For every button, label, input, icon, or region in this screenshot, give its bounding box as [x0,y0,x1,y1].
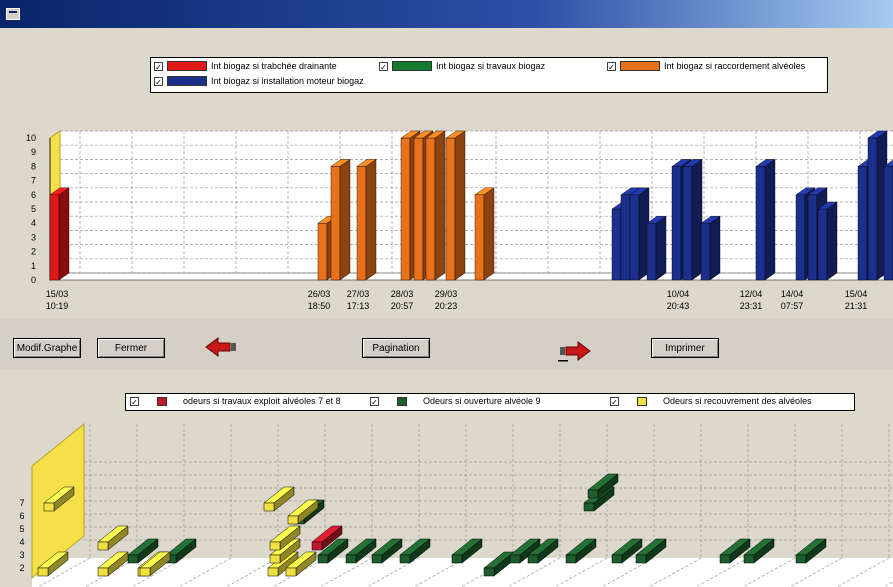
app-icon[interactable] [6,8,20,20]
y-tick-label: 7 [19,498,24,508]
legend-checkbox[interactable]: ✓ [370,396,379,407]
bottom-chart-panel: ✓ odeurs si travaux exploit alvéoles 7 e… [0,370,893,587]
x-tick-time: 18:50 [308,301,331,311]
x-tick-time: 17:13 [347,301,370,311]
x-tick-date: 10/04 [667,289,690,299]
legend-swatch [637,396,647,406]
bottom-legend: ✓ odeurs si travaux exploit alvéoles 7 e… [125,393,855,411]
bar [682,159,703,281]
bar [474,187,495,281]
modif-graphe-button[interactable]: Modif.Graphe [13,338,81,358]
x-tick-time: 20:23 [435,301,458,311]
x-tick-date: 15/04 [845,289,868,299]
fermer-button[interactable]: Fermer [97,338,165,358]
y-tick-label: 4 [19,537,24,547]
legend-checkbox[interactable]: ✓ [130,396,139,407]
y-tick-label: 5 [31,204,36,214]
bar [49,187,70,281]
x-tick-date: 26/03 [308,289,331,299]
x-tick-time: 23:31 [740,301,763,311]
bottom-legend-item-1[interactable]: ✓ Odeurs si ouverture alvéole 9 [370,396,541,407]
bar [755,159,776,281]
y-tick-label: 2 [31,247,36,257]
bar [445,130,466,281]
x-tick-date: 28/03 [391,289,414,299]
y-tick-label: 2 [19,563,24,573]
pagination-button[interactable]: Pagination [362,338,430,358]
y-tick-label: 6 [19,511,24,521]
title-bar [0,0,893,28]
bar [356,159,377,281]
bar [425,130,446,281]
top-chart: 0 1 2 3 4 5 6 7 8 9 10 15/03 10:19 26/03 18:50 27/03 17:… [26,130,893,311]
legend-swatch [157,396,167,406]
y-tick-label: 10 [26,133,36,143]
bottom-legend-item-2[interactable]: ✓ Odeurs si recouvrement des alvéoles [610,396,812,407]
bar [700,215,721,281]
y-tick-label: 7 [31,176,36,186]
x-tick-time: 20:43 [667,301,690,311]
legend-label: odeurs si travaux exploit alvéoles 7 et … [183,396,341,406]
bottom-legend-item-0[interactable]: ✓ odeurs si travaux exploit alvéoles 7 e… [130,396,341,407]
y-tick-label: 4 [31,218,36,228]
legend-checkbox[interactable]: ✓ [610,396,619,407]
x-tick-time: 20:57 [391,301,414,311]
y-tick-label: 9 [31,147,36,157]
x-tick-date: 15/03 [46,289,69,299]
x-tick-time: 07:57 [781,301,804,311]
top-chart-panel: ✓ Int biogaz si trabchée drainante ✓ Int… [0,28,893,318]
legend-swatch [397,396,407,406]
y-tick-label: 3 [31,232,36,242]
bar [646,215,667,281]
bar [817,201,838,281]
imprimer-button[interactable]: Imprimer [651,338,719,358]
bar [330,159,351,281]
bar [629,187,650,281]
legend-label: Odeurs si recouvrement des alvéoles [663,396,812,406]
bar [883,159,893,281]
x-tick-date: 27/03 [347,289,370,299]
y-tick-label: 1 [31,261,36,271]
y-tick-label: 8 [31,161,36,171]
y-tick-label: 6 [31,190,36,200]
control-bar: Modif.Graphe Fermer Pagination Imprimer [0,318,893,370]
y-tick-label: 0 [31,275,36,285]
bottom-chart: 2 3 4 5 6 7 [19,422,893,587]
next-page-arrow-icon[interactable] [558,340,592,362]
legend-label: Odeurs si ouverture alvéole 9 [423,396,541,406]
y-tick-label: 3 [19,550,24,560]
x-tick-date: 29/03 [435,289,458,299]
x-tick-date: 12/04 [740,289,763,299]
x-tick-time: 10:19 [46,301,69,311]
x-tick-time: 21:31 [845,301,868,311]
y-tick-label: 5 [19,524,24,534]
x-tick-date: 14/04 [781,289,804,299]
previous-page-arrow-icon[interactable] [204,336,238,358]
